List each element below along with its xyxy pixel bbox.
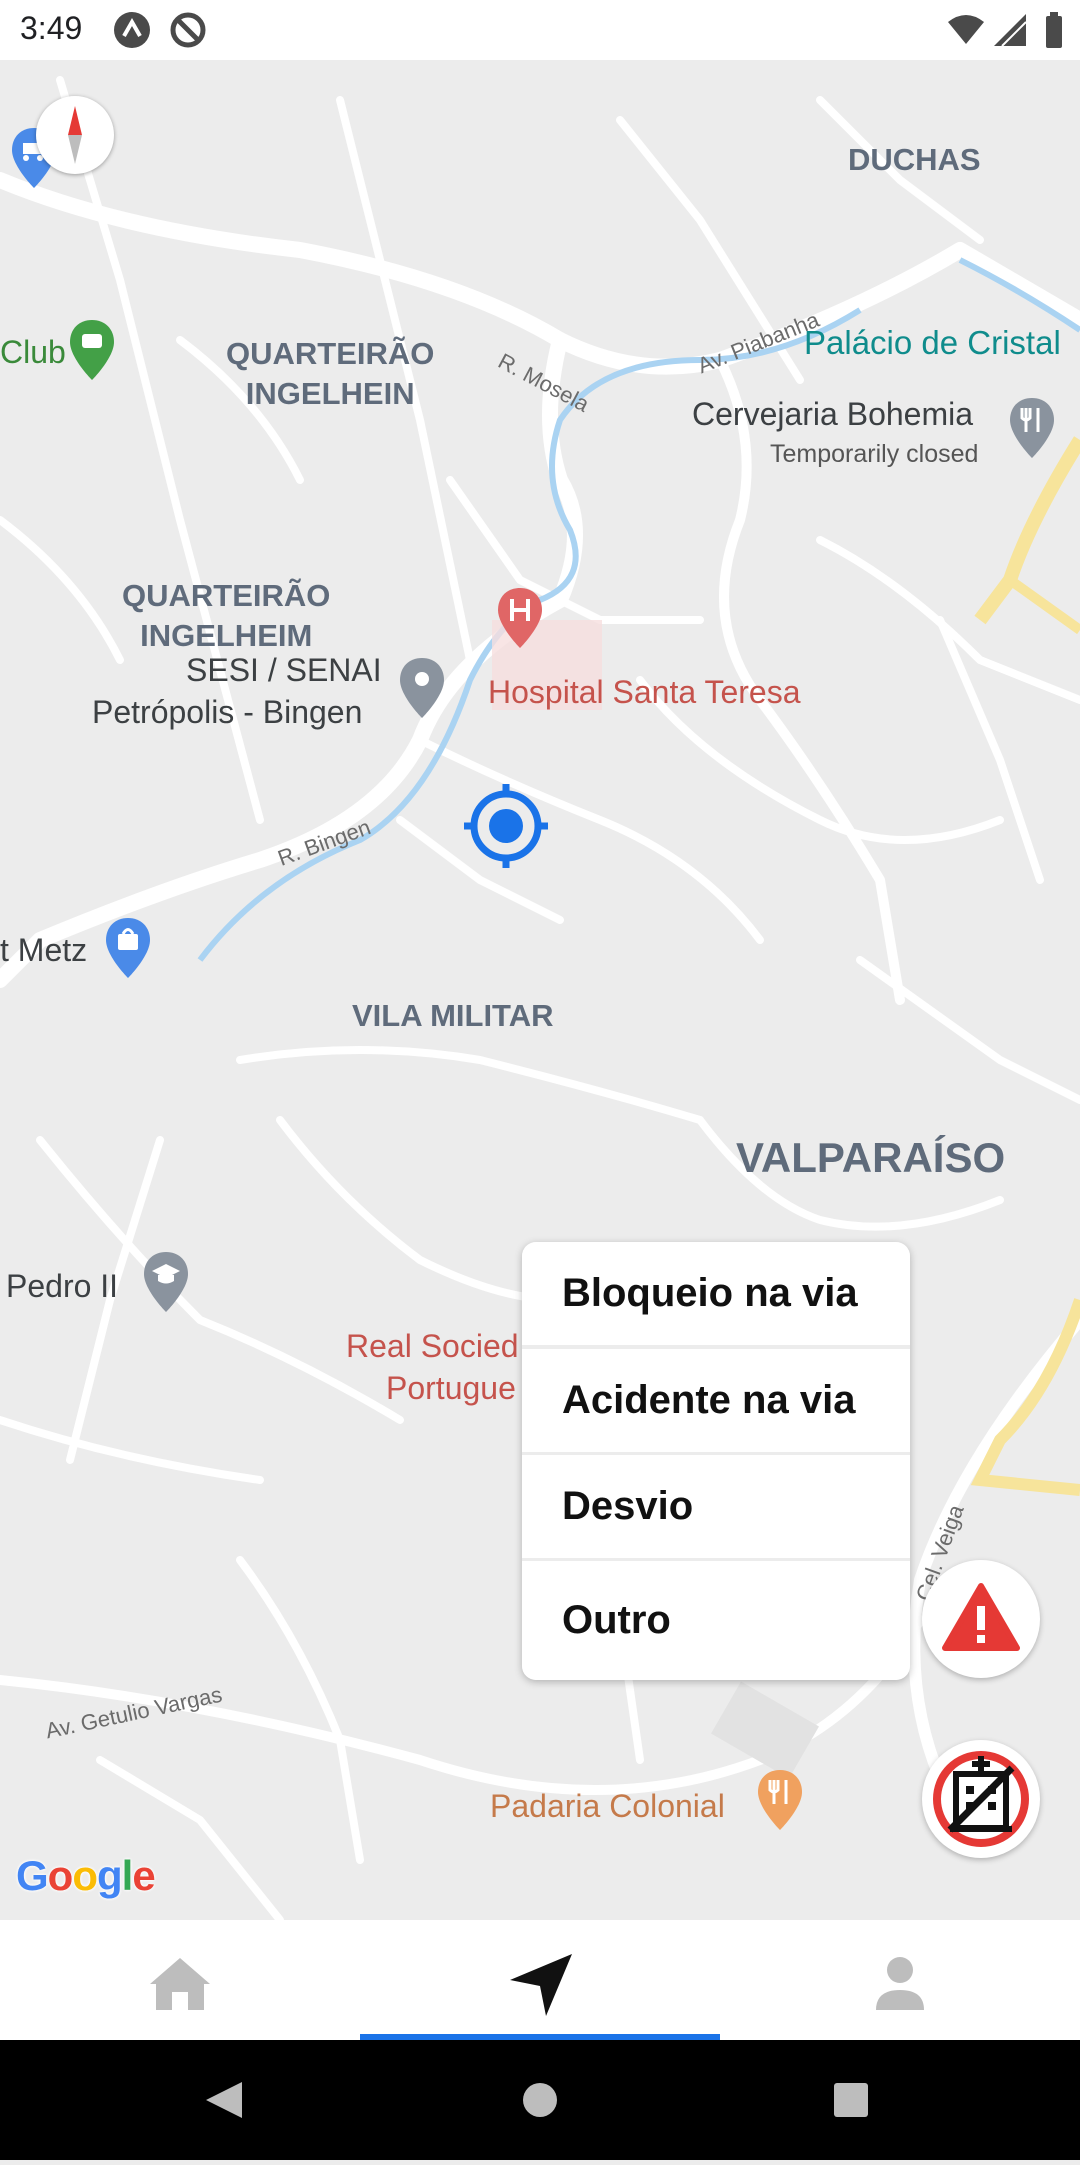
my-location-icon[interactable] (464, 784, 548, 868)
google-logo-letter: o (72, 1852, 98, 1899)
hospital-off-icon (933, 1751, 1029, 1847)
menu-item-desvio[interactable]: Desvio (522, 1455, 910, 1558)
report-type-menu: Bloqueio na via Acidente na via Desvio O… (522, 1242, 910, 1680)
poi-label-club[interactable]: Club (0, 334, 66, 371)
school-pin-icon[interactable] (142, 1250, 190, 1314)
sync-disabled-icon (170, 12, 206, 48)
area-label-line: QUARTEIRÃO (226, 336, 435, 371)
poi-label-real-line2[interactable]: Portugue (386, 1370, 516, 1407)
system-navigation-bar (0, 2040, 1080, 2160)
tab-profile[interactable] (720, 1920, 1080, 2040)
status-time: 3:49 (20, 10, 83, 46)
home-circle-icon[interactable] (523, 2083, 557, 2117)
compass-icon (68, 106, 82, 164)
google-logo-letter: g (96, 1852, 123, 1899)
area-label-line: INGELHEIM (140, 618, 313, 653)
app-notification-icon (114, 12, 150, 48)
back-icon[interactable] (206, 2082, 242, 2118)
hospital-pin-icon[interactable] (496, 586, 544, 650)
bakery-pin-icon[interactable] (756, 1768, 804, 1832)
bottom-navigation (0, 1920, 1080, 2040)
area-label-duchas: DUCHAS (848, 142, 981, 177)
poi-label-hospital[interactable]: Hospital Santa Teresa (488, 674, 800, 711)
area-label-line: INGELHEIN (245, 376, 415, 411)
area-label-vila-militar: VILA MILITAR (352, 998, 554, 1033)
restaurant-pin-icon[interactable] (1008, 396, 1056, 460)
map-view[interactable]: DUCHAS QUARTEIRÃO INGELHEIN QUARTEIRÃO I… (0, 60, 1080, 1920)
shopping-bag-pin-icon[interactable] (104, 916, 152, 980)
poi-label-palacio[interactable]: Palácio de Cristal (804, 324, 1061, 362)
poi-label-sesi-line1[interactable]: SESI / SENAI (186, 652, 382, 689)
poi-label-sesi-line2[interactable]: Petrópolis - Bingen (92, 694, 362, 731)
google-logo-letter: e (132, 1852, 155, 1899)
navigation-arrow-icon (510, 1954, 572, 2016)
recents-icon[interactable] (834, 2083, 868, 2117)
google-logo-letter: l (121, 1852, 134, 1899)
warning-icon (942, 1583, 1020, 1651)
menu-item-acidente[interactable]: Acidente na via (522, 1349, 910, 1452)
google-logo-letter: G (16, 1852, 49, 1899)
poi-status-cervejaria: Temporarily closed (770, 440, 979, 468)
poi-label-padaria[interactable]: Padaria Colonial (490, 1788, 725, 1825)
battery-icon (1046, 12, 1062, 48)
signal-icon (994, 14, 1027, 47)
place-pin-icon[interactable] (398, 656, 446, 720)
hospital-toggle-button[interactable] (922, 1740, 1040, 1858)
area-label-quarteirao-ingelheim: QUARTEIRÃO INGELHEIM (122, 576, 330, 656)
area-label-valparaiso: VALPARAÍSO (736, 1134, 1006, 1181)
tab-home[interactable] (0, 1920, 360, 2040)
area-label-quarteirao-ingelhein: QUARTEIRÃO INGELHEIN (226, 334, 434, 414)
poi-label-real-line1[interactable]: Real Socied (346, 1328, 519, 1365)
menu-item-bloqueio[interactable]: Bloqueio na via (522, 1242, 910, 1345)
area-label-line: QUARTEIRÃO (122, 578, 331, 613)
compass-button[interactable] (36, 96, 114, 174)
google-logo-letter: o (47, 1852, 74, 1899)
home-icon (150, 1958, 210, 2010)
club-pin-icon[interactable] (68, 318, 116, 382)
poi-label-cervejaria[interactable]: Cervejaria Bohemia (692, 396, 973, 433)
system-nav-buttons (206, 2082, 868, 2118)
google-logo: Google (16, 1852, 156, 1900)
report-alert-button[interactable] (922, 1560, 1040, 1678)
profile-icon (876, 1957, 924, 2010)
poi-label-pedro[interactable]: Pedro II (6, 1268, 118, 1305)
status-bar: 3:49 (0, 0, 1080, 60)
poi-label-metz[interactable]: t Metz (0, 932, 87, 969)
menu-item-outro[interactable]: Outro (522, 1561, 910, 1680)
wifi-icon (948, 15, 984, 44)
tab-navigation[interactable] (360, 1920, 720, 2040)
